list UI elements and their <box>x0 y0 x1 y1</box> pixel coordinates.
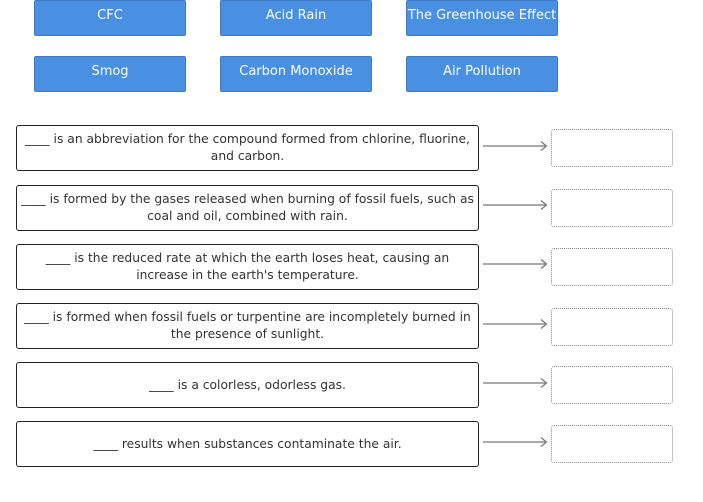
answer-tile-acid-rain[interactable]: Acid Rain <box>220 0 372 36</box>
prompt-2: ____ is formed by the gases released whe… <box>16 185 479 231</box>
answer-tile-cfc[interactable]: CFC <box>34 0 186 36</box>
prompt-text: ____ is an abbreviation for the compound… <box>25 132 470 163</box>
prompt-text: ____ is formed when fossil fuels or turp… <box>24 310 471 341</box>
answer-dropzone-6[interactable] <box>551 425 673 463</box>
prompt-text: ____ is the reduced rate at which the ea… <box>45 251 450 282</box>
answer-dropzone-5[interactable] <box>551 366 673 404</box>
arrow-right-icon <box>483 436 549 448</box>
answer-dropzone-1[interactable] <box>551 129 673 167</box>
arrow-right-icon <box>483 377 549 389</box>
prompt-text: ____ is formed by the gases released whe… <box>21 192 474 223</box>
prompt-text: ____ is a colorless, odorless gas. <box>149 377 346 392</box>
answer-tile-greenhouse-effect[interactable]: The Greenhouse Effect <box>406 0 558 36</box>
prompt-3: ____ is the reduced rate at which the ea… <box>16 244 479 290</box>
answer-dropzone-3[interactable] <box>551 248 673 286</box>
arrow-right-icon <box>483 318 549 330</box>
prompt-6: ____ results when substances contaminate… <box>16 421 479 467</box>
prompt-5: ____ is a colorless, odorless gas. <box>16 362 479 408</box>
prompt-1: ____ is an abbreviation for the compound… <box>16 125 479 171</box>
answer-tile-carbon-monoxide[interactable]: Carbon Monoxide <box>220 56 372 92</box>
answer-tile-air-pollution[interactable]: Air Pollution <box>406 56 558 92</box>
answer-tile-smog[interactable]: Smog <box>34 56 186 92</box>
arrow-right-icon <box>483 140 549 152</box>
prompt-text: ____ results when substances contaminate… <box>93 436 402 451</box>
prompt-4: ____ is formed when fossil fuels or turp… <box>16 303 479 349</box>
arrow-right-icon <box>483 258 549 270</box>
answer-dropzone-2[interactable] <box>551 189 673 227</box>
arrow-right-icon <box>483 199 549 211</box>
answer-dropzone-4[interactable] <box>551 308 673 346</box>
